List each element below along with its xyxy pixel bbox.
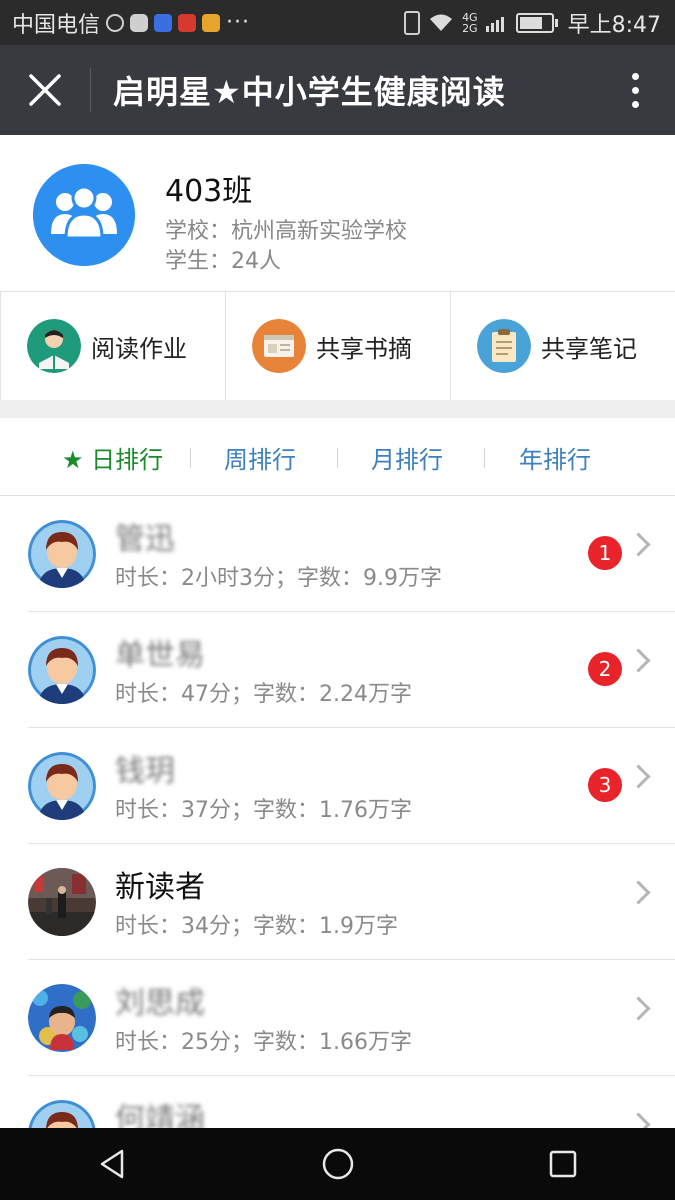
vibrate-icon [404, 10, 421, 35]
chevron-right-icon [626, 532, 651, 557]
more-dot [631, 100, 639, 108]
chevron-right-icon [626, 996, 651, 1021]
home-button[interactable] [308, 1134, 368, 1194]
battery-icon [515, 12, 558, 33]
class-school: 学校：杭州高新实验学校 [165, 219, 408, 244]
more-dot [631, 72, 639, 80]
more-menu-button[interactable] [595, 45, 675, 135]
photo-avatar [28, 984, 96, 1052]
cartoon-boy-avatar [28, 636, 96, 704]
reading-stats: 时长：25分；字数：1.66万字 [115, 1030, 412, 1055]
leaderboard-row[interactable]: 新读者 时长：34分；字数：1.9万字 [0, 844, 675, 960]
chevron-right-icon [626, 764, 651, 789]
section-divider [0, 400, 675, 418]
close-button[interactable] [0, 45, 90, 135]
recents-square-icon [549, 1150, 576, 1178]
wifi-icon [430, 14, 453, 31]
leaderboard-row[interactable]: 管迅 时长：2小时3分；字数：9.9万字 1 [0, 496, 675, 612]
book-excerpt-button[interactable]: 共享书摘 [225, 292, 450, 400]
reading-stats: 时长：37分；字数：1.76万字 [115, 798, 412, 823]
red-app-icon [178, 13, 197, 32]
signal-icon [485, 16, 504, 32]
more-dot [631, 86, 639, 94]
chevron-right-icon [626, 648, 651, 673]
leaderboard-list: 管迅 时长：2小时3分；字数：9.9万字 1 单世易 时长：47分；字数：2.2… [0, 496, 675, 1192]
class-student-count: 学生：24人 [165, 249, 281, 274]
baidu-paw-icon [154, 13, 173, 32]
rank-badge: 2 [588, 652, 622, 686]
ranking-tabs: ★ 日排行 周排行 月排行 年排行 [0, 418, 675, 496]
status-bar: 中国电信 ··· 4G 2G 早上8:47 [0, 0, 675, 45]
page-title: 启明星★中小学生健康阅读 [113, 73, 506, 111]
network-bottom-label: 2G [462, 21, 478, 35]
cartoon-boy-avatar [28, 520, 96, 588]
system-nav-bar [0, 1128, 675, 1200]
reading-homework-button[interactable]: 阅读作业 [0, 292, 225, 400]
carrier-label: 中国电信 [12, 12, 101, 38]
class-name: 403班 [165, 174, 253, 209]
student-name: 刘思成 [115, 986, 205, 1021]
shortcut-label: 共享书摘 [316, 334, 412, 363]
leaderboard-row[interactable]: 单世易 时长：47分；字数：2.24万字 2 [0, 612, 675, 728]
notes-icon [477, 319, 531, 373]
photo-avatar [28, 868, 96, 936]
mail-icon [202, 13, 221, 32]
tab-separator [484, 448, 485, 468]
rank-badge: 1 [588, 536, 622, 570]
tab-yearly-ranking[interactable]: 年排行 [519, 440, 591, 475]
shortcut-label: 阅读作业 [91, 334, 187, 363]
back-button[interactable] [83, 1134, 143, 1194]
back-triangle-icon [100, 1149, 123, 1179]
student-name: 管迅 [115, 522, 175, 557]
close-icon [29, 74, 61, 106]
title-bar: 启明星★中小学生健康阅读 [0, 45, 675, 135]
home-circle-icon [322, 1148, 353, 1180]
reading-homework-icon [27, 319, 81, 373]
reading-stats: 时长：47分；字数：2.24万字 [115, 682, 412, 707]
tab-weekly-ranking[interactable]: 周排行 [224, 440, 296, 475]
clock: 早上8:47 [567, 12, 661, 38]
tab-separator [337, 448, 338, 468]
more-notifications-icon: ··· [226, 10, 250, 35]
reading-stats: 时长：2小时3分；字数：9.9万字 [115, 566, 442, 591]
shortcut-label: 共享笔记 [541, 334, 637, 363]
chevron-right-icon [626, 880, 651, 905]
leaderboard-row[interactable]: 钱玥 时长：37分；字数：1.76万字 3 [0, 728, 675, 844]
cartoon-boy-avatar [28, 752, 96, 820]
tab-daily-ranking[interactable]: ★ 日排行 [62, 440, 163, 475]
student-name: 钱玥 [115, 754, 175, 789]
student-name: 新读者 [115, 870, 205, 905]
recents-button[interactable] [533, 1134, 593, 1194]
chat-bubble-icon [106, 13, 125, 32]
shortcut-row: 阅读作业 共享书摘 共享笔记 [0, 291, 675, 401]
leaderboard-row[interactable]: 刘思成 时长：25分；字数：1.66万字 [0, 960, 675, 1076]
student-name: 单世易 [115, 638, 205, 673]
book-excerpt-icon [252, 319, 306, 373]
reading-stats: 时长：34分；字数：1.9万字 [115, 914, 398, 939]
tab-separator [190, 448, 191, 468]
notes-button[interactable]: 共享笔记 [450, 292, 675, 400]
network-type-icon: 4G 2G [462, 12, 478, 34]
class-header: 403班 学校：杭州高新实验学校 学生：24人 [0, 135, 675, 290]
app-notification-icon [130, 13, 149, 32]
tab-monthly-ranking[interactable]: 月排行 [371, 440, 443, 475]
rank-badge: 3 [588, 768, 622, 802]
class-group-icon [33, 164, 135, 266]
